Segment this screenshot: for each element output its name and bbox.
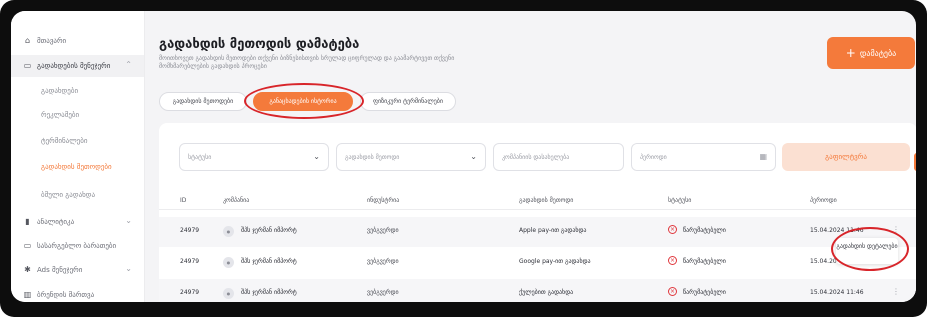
date-range-picker[interactable]: პერიოდი ▦ xyxy=(631,143,776,171)
column-header-company: კომპანია xyxy=(223,197,250,204)
error-icon: × xyxy=(668,287,677,296)
column-header-method: გადახდის მეთოდი xyxy=(519,197,574,204)
sidebar-item-label: Ads მენეჯერი xyxy=(37,266,83,274)
column-header-id: ID xyxy=(180,197,187,204)
row-id: 24979 xyxy=(180,258,200,265)
row-date: 15.04.2024 11:46 xyxy=(810,289,864,296)
row-method: Apple pay-ით გადახდა xyxy=(519,227,587,234)
tooltip-text: გადახდის დეტალები xyxy=(836,243,898,250)
row-id: 24979 xyxy=(180,227,200,234)
row-company: შპს ჯერმან იმპორტ xyxy=(241,258,297,265)
sidebar-item-label: რეკლამები xyxy=(41,111,80,119)
wallet-icon: ▭ xyxy=(23,60,32,70)
table-row[interactable]: 24979 ● შპს ჯერმან იმპორტ ვებგვერდი Goog… xyxy=(159,248,916,278)
status-filter-placeholder: სტატუსი xyxy=(188,153,212,161)
sidebar-item-label: გადახდები xyxy=(41,87,79,95)
sidebar-item-payments[interactable]: გადახდები xyxy=(11,80,144,102)
column-header-status: სტატუსი xyxy=(668,197,692,204)
row-status: წარუმატებელი xyxy=(683,258,726,265)
company-avatar: ● xyxy=(223,226,234,237)
tab-label: ფიზიკური ტერმინალები xyxy=(373,98,443,105)
method-filter[interactable]: გადახდის მეთოდი ⌄ xyxy=(336,143,486,171)
add-button[interactable]: + დამატება xyxy=(827,37,915,69)
sidebar: ⌂ მთავარი ▭ გადახდების მენეჯერი ⌃ გადახდ… xyxy=(11,11,145,302)
sidebar-item-terminals[interactable]: ტერმინალები xyxy=(11,130,144,152)
tab-payment-methods[interactable]: გადახდის მეთოდები xyxy=(159,92,247,111)
company-input-placeholder: კომპანიის დასახელება xyxy=(502,153,570,161)
row-status: წარუმატებელი xyxy=(683,227,726,234)
sidebar-item-analytics[interactable]: ▮ ანალიტიკა ⌄ xyxy=(11,211,144,233)
row-method: Google pay-ით გადახდა xyxy=(519,258,591,265)
chevron-up-icon: ⌃ xyxy=(125,60,132,69)
method-filter-placeholder: გადახდის მეთოდი xyxy=(345,153,400,161)
tab-application-history[interactable]: განაცხადების ისტორია xyxy=(253,92,353,111)
sidebar-item-payment-methods[interactable]: გადახდის მეთოდები xyxy=(11,156,144,178)
row-industry: ვებგვერდი xyxy=(367,258,399,265)
page-title: გადახდის მეთოდის დამატება xyxy=(159,37,360,52)
row-industry: ვებგვერდი xyxy=(367,227,399,234)
column-header-date: პერიოდი xyxy=(810,197,837,204)
row-id: 24979 xyxy=(180,289,200,296)
row-company: შპს ჯერმან იმპორტ xyxy=(241,289,297,296)
chevron-down-icon: ⌄ xyxy=(313,152,320,161)
payment-details-tooltip[interactable]: გადახდის დეტალები xyxy=(836,238,898,264)
table-row[interactable]: 24979 ● შპს ჯერმან იმპორტ ვებგვერდი ქულე… xyxy=(159,279,916,302)
add-button-label: დამატება xyxy=(859,48,897,58)
tab-label: განაცხადების ისტორია xyxy=(269,98,337,105)
error-icon: × xyxy=(668,256,677,265)
sidebar-item-brand[interactable]: ▥ ბრენდის მართვა xyxy=(11,284,144,302)
date-input-placeholder: პერიოდი xyxy=(640,153,667,161)
chevron-down-icon: ⌄ xyxy=(125,264,132,273)
row-company: შპს ჯერმან იმპორტ xyxy=(241,227,297,234)
sidebar-item-label: მთავარი xyxy=(37,37,67,45)
table-row[interactable]: 24979 ● შპს ჯერმან იმპორტ ვებგვერდი Appl… xyxy=(159,217,916,247)
filter-button[interactable]: გაფილტვრა xyxy=(782,143,910,171)
column-header-industry: ინდუსტრია xyxy=(367,197,400,204)
history-card: სტატუსი ⌄ გადახდის მეთოდი ⌄ კომპანიის და… xyxy=(159,123,916,302)
sidebar-item-payments-manager[interactable]: ▭ გადახდების მენეჯერი ⌃ xyxy=(11,55,144,77)
page-subtitle: მოითხოვეთ გადახდის მეთოდები თქვენი ბიზნე… xyxy=(159,55,455,70)
plus-icon: + xyxy=(845,46,856,60)
tab-label: გადახდის მეთოდები xyxy=(172,98,234,105)
row-status: წარუმატებელი xyxy=(683,289,726,296)
sidebar-item-ads[interactable]: რეკლამები xyxy=(11,104,144,126)
home-icon: ⌂ xyxy=(24,35,31,45)
status-filter[interactable]: სტატუსი ⌄ xyxy=(179,143,329,171)
sidebar-item-label: გადახდის მეთოდები xyxy=(41,163,112,171)
sidebar-item-cards[interactable]: ▭ სასარგებლო ბარათები xyxy=(11,235,144,257)
more-options-icon[interactable]: ⋮ xyxy=(892,287,900,296)
header-divider xyxy=(159,209,916,210)
sidebar-item-home[interactable]: ⌂ მთავარი xyxy=(11,30,144,52)
feedback-tab[interactable]: ✎ xyxy=(914,153,916,171)
chevron-down-icon: ⌄ xyxy=(125,216,132,225)
device-frame: ⌂ მთავარი ▭ გადახდების მენეჯერი ⌃ გადახდ… xyxy=(0,0,927,317)
chevron-down-icon: ⌄ xyxy=(470,152,477,161)
sidebar-item-link-payment[interactable]: ბმული გადახდა xyxy=(11,184,144,206)
app-screen: ⌂ მთავარი ▭ გადახდების მენეჯერი ⌃ გადახდ… xyxy=(11,11,916,302)
sidebar-item-label: სასარგებლო ბარათები xyxy=(37,242,117,250)
error-icon: × xyxy=(668,225,677,234)
settings-icon: ✱ xyxy=(24,264,31,274)
sidebar-item-ads-manager[interactable]: ✱ Ads მენეჯერი ⌄ xyxy=(11,259,144,281)
card-icon: ▭ xyxy=(23,240,32,250)
company-search-input[interactable]: კომპანიის დასახელება xyxy=(493,143,624,171)
sidebar-item-label: ბმული გადახდა xyxy=(41,191,96,199)
more-options-icon[interactable]: ⋮ xyxy=(892,225,900,234)
sidebar-item-label: ბრენდის მართვა xyxy=(37,291,95,299)
row-method: ქულებით გადახდა xyxy=(519,289,574,296)
tab-physical-terminals[interactable]: ფიზიკური ტერმინალები xyxy=(360,92,456,111)
calendar-icon: ▦ xyxy=(759,152,767,161)
company-avatar: ● xyxy=(223,288,234,299)
chart-icon: ▮ xyxy=(25,216,30,226)
row-industry: ვებგვერდი xyxy=(367,289,399,296)
sidebar-item-label: ტერმინალები xyxy=(41,137,88,145)
sidebar-item-label: გადახდების მენეჯერი xyxy=(37,62,111,70)
company-avatar: ● xyxy=(223,257,234,268)
sidebar-item-label: ანალიტიკა xyxy=(37,218,75,226)
building-icon: ▥ xyxy=(23,289,32,299)
row-date: 15.04.2024 11:46 xyxy=(810,227,864,234)
filter-button-label: გაფილტვრა xyxy=(825,153,867,161)
